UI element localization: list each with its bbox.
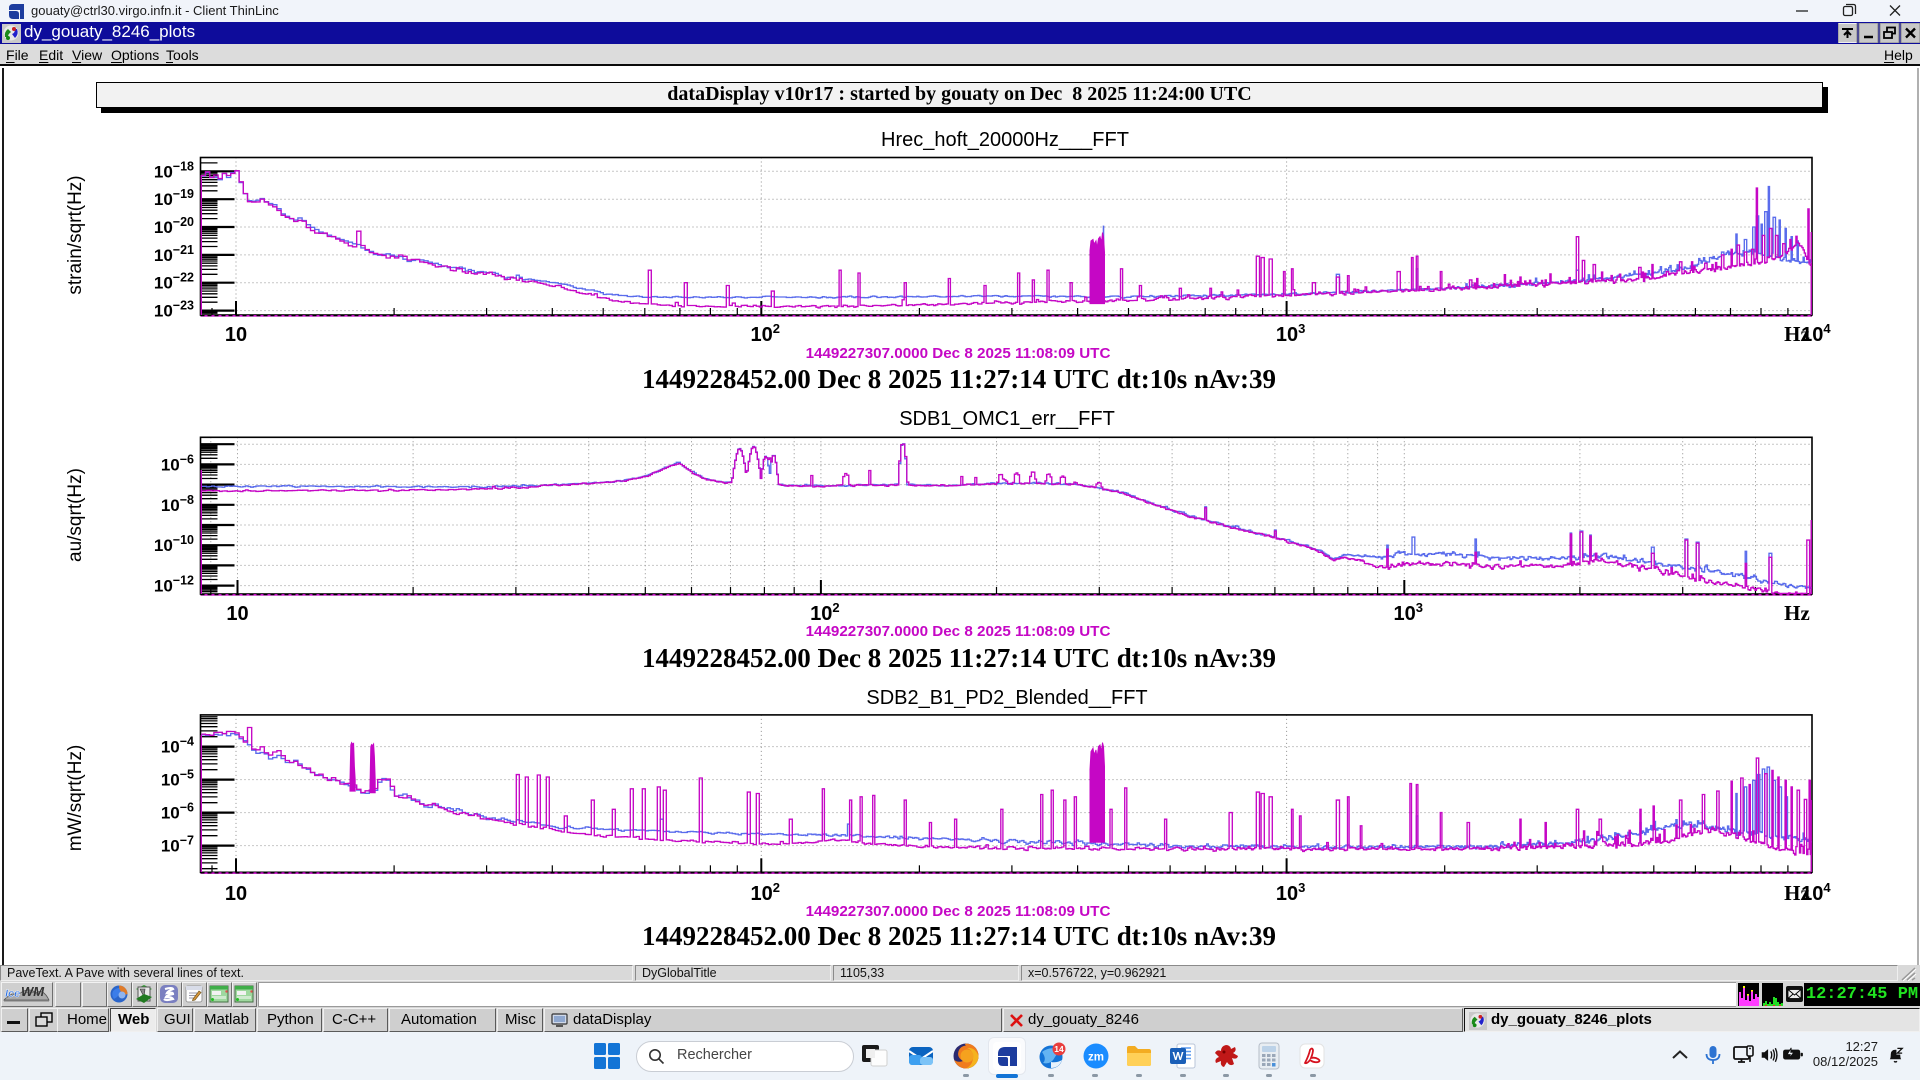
svg-text:WM: WM — [21, 984, 45, 999]
svg-text:14: 14 — [1054, 1044, 1064, 1054]
svg-text:zm: zm — [1088, 1052, 1104, 1064]
svg-text:Ice: Ice — [5, 988, 20, 1000]
